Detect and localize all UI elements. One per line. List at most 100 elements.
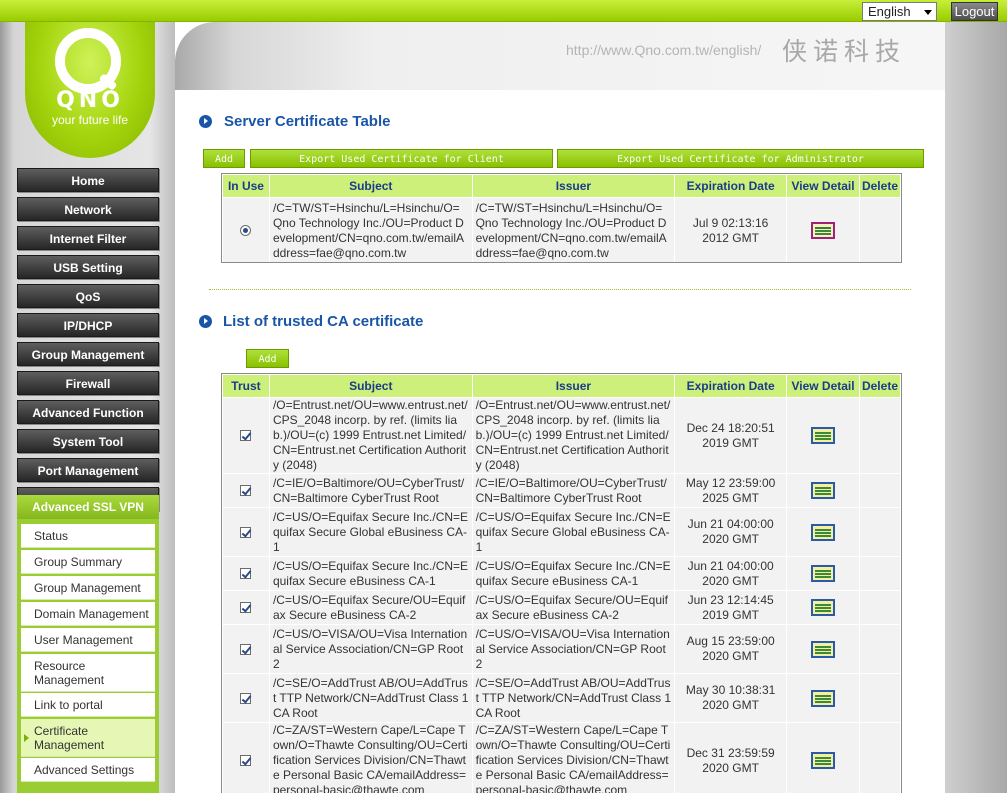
header-url: http://www.Qno.com.tw/english/ xyxy=(566,42,762,58)
table-row: /C=US/O=Equifax Secure Inc./CN=Equifax S… xyxy=(222,507,902,557)
ca-add-button[interactable]: Add xyxy=(246,349,289,368)
subnav-item-domain-management[interactable]: Domain Management xyxy=(21,602,155,626)
server-cert-add-button[interactable]: Add xyxy=(203,149,245,168)
logo-wordmark: QNO xyxy=(56,88,124,113)
section-arrow-icon xyxy=(199,315,212,328)
view-detail-cell xyxy=(786,590,860,625)
column-header-in-use: In Use xyxy=(222,174,270,198)
nav-qos-button[interactable]: QoS xyxy=(17,284,159,308)
server-cert-table: In Use Subject Issuer Expiration Date View D… xyxy=(222,174,902,264)
top-bar: English Logout xyxy=(0,0,1007,22)
trust-checkbox[interactable] xyxy=(240,526,252,538)
view-certificate-icon[interactable] xyxy=(811,565,836,582)
subnav-title[interactable]: Advanced SSL VPN xyxy=(17,495,159,519)
view-certificate-icon[interactable] xyxy=(811,222,836,239)
subnav-item-certificate-management[interactable]: Certificate Management xyxy=(21,719,155,757)
subnav-item-resource-management[interactable]: Resource Management xyxy=(21,654,155,692)
view-certificate-icon[interactable] xyxy=(811,427,836,444)
subnav-item-user-management[interactable]: User Management xyxy=(21,628,155,652)
table-row: /O=Entrust.net/OU=www.entrust.net/CPS_20… xyxy=(222,397,902,474)
table-row: /C=SE/O=AddTrust AB/OU=AddTrust TTP Netw… xyxy=(222,673,902,723)
nav-network-button[interactable]: Network xyxy=(17,197,159,221)
ca-cert-table: Trust Subject Issuer Expiration Date View De… xyxy=(222,374,902,793)
nav-ip-dhcp-button[interactable]: IP/DHCP xyxy=(17,313,159,337)
nav-firewall-button[interactable]: Firewall xyxy=(17,371,159,395)
column-header-subject: Subject xyxy=(268,174,473,198)
nav-port-management-button[interactable]: Port Management xyxy=(17,458,159,482)
nav-advanced-function-button[interactable]: Advanced Function xyxy=(17,400,159,424)
main-content: Server Certificate Table Add Export Used… xyxy=(175,90,945,793)
trust-checkbox[interactable] xyxy=(240,602,252,614)
table-row: /C=US/O=Equifax Secure Inc./CN=Equifax S… xyxy=(222,556,902,591)
subnav-item-group-summary[interactable]: Group Summary xyxy=(21,550,155,574)
issuer-cell: /C=TW/ST=Hsinchu/L=Hsinchu/O=Qno Technol… xyxy=(471,197,676,264)
nav-home-button[interactable]: Home xyxy=(17,168,159,192)
view-certificate-icon[interactable] xyxy=(811,689,836,707)
table-row: /C=TW/ST=Hsinchu/L=Hsinchu/O=Qno Technol… xyxy=(222,197,902,264)
issuer-cell: /C=SE/O=AddTrust AB/OU=AddTrust TTP Netw… xyxy=(471,673,676,723)
view-detail-cell xyxy=(786,473,860,508)
trust-cell xyxy=(222,473,270,508)
view-detail-cell xyxy=(786,624,860,674)
logout-button[interactable]: Logout xyxy=(951,2,998,21)
issuer-cell: /C=IE/O=Baltimore/OU=CyberTrust/CN=Balti… xyxy=(471,473,676,508)
trust-cell xyxy=(222,590,270,625)
delete-cell xyxy=(858,473,902,508)
subnav-item-label: Domain Management xyxy=(34,606,149,621)
expiration-cell: Jun 23 12:14:45 2019 GMT xyxy=(674,590,788,625)
subnav-item-label: Certificate Management xyxy=(34,723,105,752)
trust-checkbox[interactable] xyxy=(240,755,252,767)
subnav-item-group-management[interactable]: Group Management xyxy=(21,576,155,600)
table-row: /C=ZA/ST=Western Cape/L=Cape Town/O=Thaw… xyxy=(222,722,902,793)
column-header-view-detail: View Detail xyxy=(786,174,860,198)
trust-cell xyxy=(222,556,270,591)
view-detail-cell xyxy=(786,397,860,474)
issuer-cell: /C=US/O=Equifax Secure/OU=Equifax Secure… xyxy=(471,590,676,625)
in-use-radio[interactable] xyxy=(240,225,252,237)
view-certificate-icon[interactable] xyxy=(811,640,836,658)
issuer-cell: /C=ZA/ST=Western Cape/L=Cape Town/O=Thaw… xyxy=(471,722,676,793)
subnav-item-label: Group Summary xyxy=(34,554,123,569)
subnav-item-link-to-portal[interactable]: Link to portal xyxy=(21,693,155,717)
language-select[interactable]: English xyxy=(862,2,937,21)
trust-checkbox[interactable] xyxy=(240,692,252,704)
subject-cell: /C=SE/O=AddTrust AB/OU=AddTrust TTP Netw… xyxy=(268,673,473,723)
subject-cell: /C=US/O=Equifax Secure/OU=Equifax Secure… xyxy=(268,590,473,625)
view-certificate-icon[interactable] xyxy=(811,752,836,769)
trust-checkbox[interactable] xyxy=(240,485,252,497)
view-certificate-icon[interactable] xyxy=(811,523,836,541)
nav-group-management-button[interactable]: Group Management xyxy=(17,342,159,366)
export-admin-cert-button[interactable]: Export Used Certificate for Administrato… xyxy=(557,149,924,168)
view-certificate-icon[interactable] xyxy=(811,599,836,616)
view-certificate-icon[interactable] xyxy=(811,482,836,499)
subject-cell: /C=US/O=VISA/OU=Visa International Servi… xyxy=(268,624,473,674)
export-client-cert-button[interactable]: Export Used Certificate for Client xyxy=(250,149,553,168)
trust-cell xyxy=(222,673,270,723)
issuer-cell: /O=Entrust.net/OU=www.entrust.net/CPS_20… xyxy=(471,397,676,474)
column-header-delete: Delete xyxy=(858,374,902,398)
trust-cell xyxy=(222,397,270,474)
expiration-cell: May 30 10:38:31 2020 GMT xyxy=(674,673,788,723)
trust-cell xyxy=(222,624,270,674)
nav-internet-filter-button[interactable]: Internet Filter xyxy=(17,226,159,250)
column-header-issuer: Issuer xyxy=(471,374,676,398)
nav-system-tool-button[interactable]: System Tool xyxy=(17,429,159,453)
delete-cell xyxy=(858,590,902,625)
right-edge-bar xyxy=(945,22,1007,793)
trust-checkbox[interactable] xyxy=(240,568,252,580)
subnav-item-advanced-settings[interactable]: Advanced Settings xyxy=(21,758,155,782)
trust-checkbox[interactable] xyxy=(240,430,252,442)
subnav-item-status[interactable]: Status xyxy=(21,524,155,548)
view-detail-cell xyxy=(786,197,860,264)
issuer-cell: /C=US/O=VISA/OU=Visa International Servi… xyxy=(471,624,676,674)
nav-usb-setting-button[interactable]: USB Setting xyxy=(17,255,159,279)
ca-list-title: List of trusted CA certificate xyxy=(223,313,424,330)
delete-cell xyxy=(858,624,902,674)
table-row: /C=US/O=Equifax Secure/OU=Equifax Secure… xyxy=(222,590,902,625)
server-cert-header-row: In Use Subject Issuer Expiration Date View D… xyxy=(222,174,902,198)
subject-cell: /C=US/O=Equifax Secure Inc./CN=Equifax S… xyxy=(268,556,473,591)
subnav-panel: Advanced SSL VPN Status Group Summary Grou… xyxy=(17,495,159,793)
logo: QNO your future life xyxy=(25,22,155,158)
column-header-subject: Subject xyxy=(268,374,473,398)
trust-checkbox[interactable] xyxy=(240,643,252,655)
